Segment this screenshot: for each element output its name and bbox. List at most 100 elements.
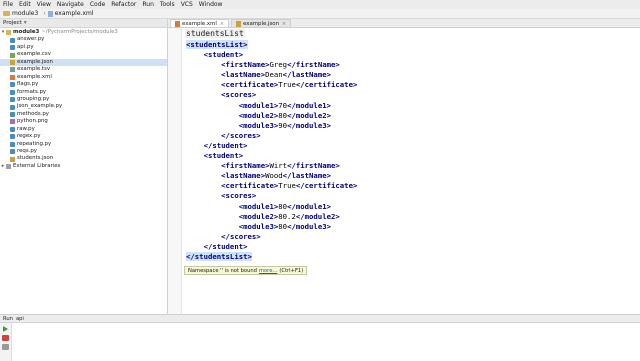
xml-text-value: Dean	[265, 70, 283, 80]
xml-close-tag: </module1>	[287, 100, 331, 110]
tab-example-xml[interactable]: example.xml ×	[170, 19, 230, 27]
error-tooltip: Namespace '' is not bound more... (Ctrl+…	[184, 266, 308, 275]
tooltip-more-link[interactable]: more...	[259, 267, 277, 275]
tree-item-example-tsv[interactable]: example.tsv	[0, 66, 167, 73]
folder-icon	[6, 30, 11, 36]
xml-close-tag: </student>	[203, 241, 248, 251]
xml-text-value: Greg	[269, 60, 288, 70]
tree-item-label: json_example.py	[17, 103, 63, 110]
tree-item-api-py[interactable]: api.py	[0, 44, 167, 51]
tree-item-grouping-py[interactable]: grouping.py	[0, 96, 167, 103]
code-line: <scores>	[186, 90, 357, 100]
xml-open-tag: <scores>	[221, 90, 257, 100]
tree-root-module3[interactable]: ▾ module3 ~/PycharmProjects/module3	[0, 29, 167, 36]
xml-open-tag: <student>	[203, 151, 244, 161]
tree-item-python-png[interactable]: python.png	[0, 118, 167, 125]
xml-open-tag: <firstName>	[221, 60, 270, 70]
xml-close-tag: </scores>	[221, 231, 261, 241]
xml-text-value: 70	[278, 100, 288, 110]
rerun-icon[interactable]	[3, 326, 8, 332]
xml-open-tag: <firstName>	[221, 161, 270, 171]
code-line: <certificate>True</certificate>	[186, 80, 357, 90]
tree-item-label: example.json	[17, 58, 53, 65]
tree-item-raw-py[interactable]: raw.py	[0, 126, 167, 133]
code-line: <firstName>Wirt</firstName>	[186, 161, 357, 171]
close-icon[interactable]: ×	[282, 21, 286, 27]
navigation-bar: module3 › example.xml	[0, 9, 640, 19]
menu-item-vcs[interactable]: VCS	[181, 0, 193, 9]
xml-close-tag: </student>	[203, 140, 248, 150]
menu-item-run[interactable]: Run	[142, 0, 154, 9]
nav-crumb-project[interactable]: module3	[3, 10, 38, 17]
xml-close-tag: </module1>	[287, 201, 331, 211]
code-line: <student>	[186, 151, 357, 161]
code-line: </student>	[186, 141, 357, 151]
code-line: <studentsList>	[186, 40, 357, 50]
py-file-icon	[10, 45, 15, 51]
menu-item-tools[interactable]: Tools	[160, 0, 175, 9]
tree-item-reqs-py[interactable]: reqs.py	[0, 148, 167, 155]
code-line: <lastName>Dean</lastName>	[186, 70, 357, 80]
xml-close-tag: </module3>	[287, 221, 331, 231]
run-toolbar	[0, 323, 12, 361]
tree-item-answer-py[interactable]: answer.py	[0, 36, 167, 43]
editor-breadcrumb[interactable]: studentsList	[185, 29, 245, 38]
tree-item-example-xml[interactable]: example.xml	[0, 74, 167, 81]
code-line: <firstName>Greg</firstName>	[186, 60, 357, 70]
tree-item-regex-py[interactable]: regex.py	[0, 133, 167, 140]
py-file-icon	[10, 112, 15, 118]
code-editor[interactable]: <studentsList> <student> <firstName>Greg…	[186, 40, 357, 262]
tree-item-students-json[interactable]: students.json	[0, 155, 167, 162]
editor-tabs: example.xml × example.json ×	[168, 19, 640, 28]
menu-item-edit[interactable]: Edit	[19, 0, 31, 9]
chevron-down-icon[interactable]: ▾	[24, 20, 27, 26]
tree-item-label: example.csv	[17, 51, 51, 58]
code-line: <module3>90</module3>	[186, 121, 357, 131]
menu-item-refactor[interactable]: Refactor	[111, 0, 136, 9]
tree-item-flags-py[interactable]: flags.py	[0, 81, 167, 88]
menu-item-navigate[interactable]: Navigate	[57, 0, 84, 9]
tree-item-formats-py[interactable]: formats.py	[0, 89, 167, 96]
run-panel-header: Run api	[0, 315, 640, 323]
tree-external-libraries[interactable]: ▸ External Libraries	[0, 163, 167, 170]
tree-item-label: repeating.py	[17, 140, 52, 147]
xml-close-tag: </module3>	[287, 120, 331, 130]
tree-item-label: example.tsv	[17, 66, 51, 73]
pin-icon[interactable]	[2, 344, 9, 350]
tree-item-label: python.png	[17, 118, 48, 125]
nav-crumb-file[interactable]: example.xml	[47, 10, 94, 17]
tree-item-label: flags.py	[17, 81, 39, 88]
code-line: </scores>	[186, 131, 357, 141]
tree-root-path: ~/PycharmProjects/module3	[41, 29, 118, 35]
xml-open-tag: <module3>	[238, 221, 279, 231]
tree-item-json-example-py[interactable]: json_example.py	[0, 103, 167, 110]
tree-item-example-json[interactable]: example.json	[0, 58, 167, 67]
menu-item-window[interactable]: Window	[199, 0, 223, 9]
tsv-file-icon	[10, 67, 15, 73]
tab-example-json[interactable]: example.json ×	[231, 19, 292, 27]
xml-close-tag: </lastName>	[282, 70, 331, 80]
menu-item-file[interactable]: File	[3, 0, 13, 9]
code-line: </student>	[186, 242, 357, 252]
tree-item-repeating-py[interactable]: repeating.py	[0, 141, 167, 148]
run-config[interactable]: api	[16, 316, 24, 322]
project-panel-header[interactable]: Project ▾	[0, 19, 167, 28]
tooltip-text: Namespace '' is not bound	[188, 267, 257, 274]
menu-item-view[interactable]: View	[37, 0, 51, 9]
py-file-icon	[10, 37, 15, 43]
py-file-icon	[10, 104, 15, 110]
tree-item-example-csv[interactable]: example.csv	[0, 51, 167, 58]
py-file-icon	[10, 126, 15, 132]
close-icon[interactable]: ×	[220, 21, 224, 27]
menu-item-code[interactable]: Code	[90, 0, 105, 9]
code-line: <module1>70</module1>	[186, 101, 357, 111]
chevron-right-icon: ›	[43, 10, 46, 17]
json-file-icon	[10, 156, 15, 162]
folder-icon	[3, 11, 10, 16]
xml-close-tag: </studentsList>	[186, 251, 252, 261]
xml-open-tag: <module2>	[238, 211, 279, 221]
xml-open-tag: <certificate>	[221, 181, 279, 191]
xml-open-tag: <module3>	[238, 120, 279, 130]
tree-item-methods-py[interactable]: methods.py	[0, 111, 167, 118]
stop-icon[interactable]	[2, 335, 9, 341]
